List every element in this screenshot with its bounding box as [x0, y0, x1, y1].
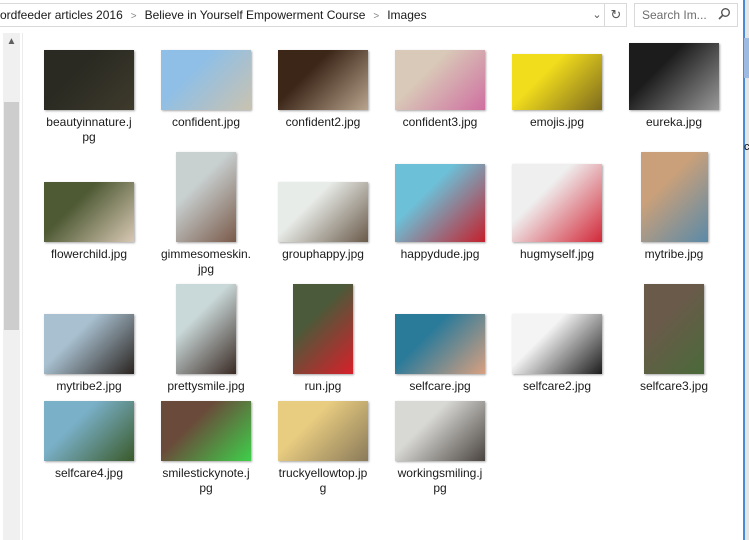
file-name-label[interactable]: gimmesomeskin. jpg	[150, 247, 262, 277]
refresh-icon[interactable]: ↻	[604, 4, 627, 26]
file-name-label[interactable]: selfcare.jpg	[384, 379, 496, 394]
file-name-line: eureka.jpg	[645, 115, 703, 129]
file-name-label[interactable]: run.jpg	[267, 379, 379, 394]
file-name-label[interactable]: hugmyself.jpg	[501, 247, 613, 262]
image-thumbnail[interactable]	[278, 50, 368, 110]
file-name-line: run.jpg	[304, 379, 342, 393]
file-name-line: confident2.jpg	[285, 115, 361, 129]
file-name-label[interactable]: smilestickynote.j pg	[150, 466, 262, 496]
scroll-up-icon[interactable]: ▲	[3, 33, 20, 50]
file-name-line: g	[319, 481, 327, 495]
image-thumbnail[interactable]	[644, 284, 704, 374]
vertical-scrollbar[interactable]: ▲	[3, 33, 20, 540]
file-name-label[interactable]: confident.jpg	[150, 115, 262, 130]
file-name-label[interactable]: confident3.jpg	[384, 115, 496, 130]
image-thumbnail[interactable]	[395, 314, 485, 374]
file-name-label[interactable]: happydude.jpg	[384, 247, 496, 262]
search-icon[interactable]	[717, 7, 731, 21]
file-name-line: prettysmile.jpg	[167, 379, 245, 393]
image-thumbnail[interactable]	[44, 50, 134, 110]
image-thumbnail[interactable]	[512, 54, 602, 110]
file-name-label[interactable]: selfcare3.jpg	[618, 379, 730, 394]
breadcrumb-item-images[interactable]: Images	[387, 8, 426, 22]
file-name-line: mytribe2.jpg	[56, 379, 122, 393]
file-name-line: confident.jpg	[171, 115, 241, 129]
breadcrumb-item-course[interactable]: Believe in Yourself Empowerment Course	[145, 8, 366, 22]
file-name-line: mytribe.jpg	[644, 247, 704, 261]
file-name-line: pg	[199, 481, 213, 495]
image-thumbnail[interactable]	[176, 152, 236, 242]
file-name-label[interactable]: selfcare2.jpg	[501, 379, 613, 394]
breadcrumb-item-wordfeeder[interactable]: ordfeeder articles 2016	[0, 8, 123, 22]
image-thumbnail[interactable]	[640, 152, 708, 242]
image-thumbnail[interactable]	[395, 401, 485, 461]
file-name-label[interactable]: mytribe.jpg	[618, 247, 730, 262]
file-name-label[interactable]: flowerchild.jpg	[33, 247, 145, 262]
file-name-line: gimmesomeskin.	[160, 247, 252, 261]
file-name-line: selfcare.jpg	[409, 379, 471, 393]
file-name-line: emojis.jpg	[529, 115, 585, 129]
file-name-label[interactable]: confident2.jpg	[267, 115, 379, 130]
right-pane-icon	[744, 38, 749, 78]
file-name-line: pg	[433, 481, 447, 495]
breadcrumb-separator-icon[interactable]: >	[131, 11, 137, 22]
file-name-line: smilestickynote.j	[162, 466, 250, 480]
image-thumbnail[interactable]	[512, 314, 602, 374]
file-name-line: jpg	[197, 262, 214, 276]
history-dropdown-icon[interactable]: ⌄	[590, 4, 604, 26]
file-name-label[interactable]: emojis.jpg	[501, 115, 613, 130]
file-name-line: selfcare2.jpg	[522, 379, 592, 393]
image-thumbnail[interactable]	[44, 182, 134, 242]
file-name-line: happydude.jpg	[400, 247, 480, 261]
file-name-line: truckyellowtop.jp	[278, 466, 368, 480]
right-pane-text: c	[744, 141, 749, 153]
pane-divider	[22, 33, 23, 540]
scrollbar-thumb[interactable]	[4, 102, 19, 330]
file-name-label[interactable]: grouphappy.jpg	[267, 247, 379, 262]
breadcrumb: ordfeeder articles 2016 > Believe in Yours…	[0, 4, 427, 26]
file-name-label[interactable]: beautyinnature.j pg	[33, 115, 145, 145]
file-name-label[interactable]: truckyellowtop.jp g	[267, 466, 379, 496]
file-name-label[interactable]: workingsmiling.j pg	[384, 466, 496, 496]
right-pane-edge	[743, 0, 749, 540]
image-thumbnail[interactable]	[395, 164, 485, 242]
image-thumbnail[interactable]	[161, 401, 251, 461]
image-thumbnail[interactable]	[44, 314, 134, 374]
image-thumbnail[interactable]	[44, 401, 134, 461]
image-thumbnail[interactable]	[176, 284, 236, 374]
file-name-line: confident3.jpg	[402, 115, 478, 129]
breadcrumb-separator-icon[interactable]: >	[373, 11, 379, 22]
file-name-line: selfcare3.jpg	[639, 379, 709, 393]
file-name-line: workingsmiling.j	[397, 466, 483, 480]
image-thumbnail[interactable]	[293, 284, 353, 374]
file-name-label[interactable]: eureka.jpg	[618, 115, 730, 130]
image-thumbnail[interactable]	[395, 50, 485, 110]
file-name-line: grouphappy.jpg	[282, 247, 364, 261]
search-box[interactable]	[634, 3, 738, 27]
file-name-line: beautyinnature.j	[46, 115, 132, 129]
address-bar[interactable]: ordfeeder articles 2016 > Believe in Yours…	[0, 3, 627, 27]
file-name-label[interactable]: prettysmile.jpg	[150, 379, 262, 394]
file-name-line: flowerchild.jpg	[50, 247, 128, 261]
image-thumbnail[interactable]	[278, 182, 368, 242]
image-thumbnail[interactable]	[512, 164, 602, 242]
file-name-line: pg	[82, 130, 96, 144]
image-thumbnail[interactable]	[278, 401, 368, 461]
file-name-label[interactable]: selfcare4.jpg	[33, 466, 145, 481]
file-name-label[interactable]: mytribe2.jpg	[33, 379, 145, 394]
file-name-line: selfcare4.jpg	[54, 466, 124, 480]
image-thumbnail[interactable]	[161, 50, 251, 110]
image-thumbnail[interactable]	[629, 43, 719, 110]
search-input[interactable]	[635, 4, 722, 26]
file-name-line: hugmyself.jpg	[519, 247, 595, 261]
